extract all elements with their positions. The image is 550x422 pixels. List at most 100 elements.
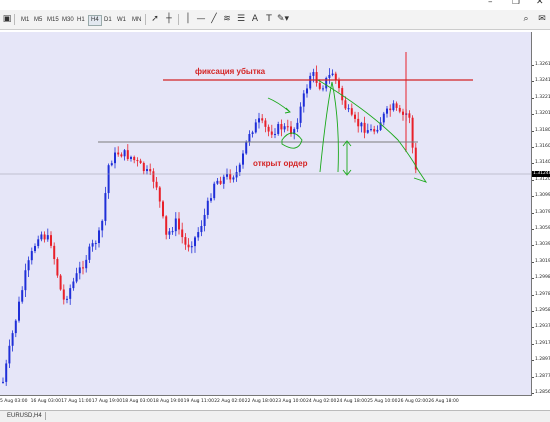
time-tick-label: 26 Aug 02:00 bbox=[397, 399, 429, 404]
swing-drawing[interactable] bbox=[319, 81, 339, 173]
candle-body bbox=[136, 160, 139, 162]
price-tick-label: 1.32010 bbox=[532, 111, 550, 116]
trendline-icon[interactable]: ╱ bbox=[208, 13, 220, 25]
time-tick-label: 23 Aug 10:00 bbox=[275, 399, 306, 404]
candle-body bbox=[18, 301, 20, 321]
candle-body bbox=[270, 131, 273, 135]
tab-eurusd-h4[interactable]: EURUSD,H4 bbox=[4, 412, 46, 420]
candle-body bbox=[75, 273, 78, 282]
price-tick-label: 1.32615 bbox=[532, 62, 550, 67]
candle-body bbox=[370, 129, 372, 131]
candle-body bbox=[331, 73, 334, 75]
candle-body bbox=[248, 134, 251, 142]
time-tick-label: 17 Aug 19:00 bbox=[91, 399, 123, 404]
search-icon[interactable]: ⌕ bbox=[520, 13, 532, 25]
time-axis[interactable]: 5 Aug 03:00 16 Aug 03:00 17 Aug 11:00 17 Au… bbox=[0, 396, 532, 408]
candle-body bbox=[229, 173, 232, 180]
candle-body bbox=[181, 229, 184, 238]
candle-body bbox=[40, 234, 43, 240]
candle-body bbox=[344, 100, 347, 109]
candle-body bbox=[389, 108, 392, 111]
current-price-label: 1.31248 bbox=[532, 171, 550, 177]
candle-body bbox=[203, 214, 206, 227]
candle-body bbox=[274, 133, 276, 135]
crosshair-icon[interactable]: ┼ bbox=[163, 13, 175, 25]
price-tick-label: 1.30590 bbox=[532, 226, 550, 231]
candle-body bbox=[5, 363, 8, 382]
candle-body bbox=[232, 177, 235, 180]
candle-body bbox=[376, 129, 379, 132]
candle-body bbox=[107, 165, 110, 194]
candle-body bbox=[357, 118, 360, 127]
candle-body bbox=[139, 160, 142, 163]
chart-window[interactable]: 1.32615 1.32415 1.32210 1.32010 1.31805 1.316… bbox=[0, 32, 550, 410]
chart-plot-area[interactable] bbox=[0, 32, 532, 396]
price-tick-label: 1.31805 bbox=[532, 128, 550, 133]
candle-body bbox=[123, 150, 126, 157]
candle-body bbox=[21, 290, 24, 302]
price-tick-label: 1.29175 bbox=[532, 341, 550, 346]
candle-body bbox=[283, 126, 286, 130]
candle-body bbox=[306, 88, 308, 94]
candle-body bbox=[382, 113, 385, 123]
vertical-line-icon[interactable]: │ bbox=[182, 13, 194, 25]
candle-body bbox=[386, 108, 388, 114]
text-label-icon[interactable]: T bbox=[263, 13, 275, 25]
price-tick-label: 1.28970 bbox=[532, 357, 550, 362]
shapes-icon[interactable]: ✎▾ bbox=[277, 13, 289, 25]
timeframe-mn[interactable]: MN bbox=[129, 15, 144, 26]
chart-tabs: EURUSD,H4 bbox=[0, 410, 550, 422]
candle-body bbox=[373, 129, 376, 132]
chart-menu-icon[interactable]: ▣ bbox=[1, 13, 13, 25]
price-tick-label: 1.32210 bbox=[532, 95, 550, 100]
horizontal-line-icon[interactable]: — bbox=[195, 13, 207, 25]
timeframe-h4[interactable]: H4 bbox=[88, 15, 102, 26]
candle-body bbox=[194, 237, 196, 247]
candle-body bbox=[11, 333, 14, 346]
candle-body bbox=[258, 118, 260, 123]
price-tick-label: 1.31200 bbox=[532, 177, 550, 182]
time-tick-label: 25 Aug 10:00 bbox=[367, 399, 398, 404]
candle-body bbox=[158, 187, 161, 202]
candle-body bbox=[69, 288, 72, 299]
candle-body bbox=[395, 103, 398, 108]
timeframe-h1[interactable]: H1 bbox=[74, 15, 88, 26]
toolbar-separator bbox=[145, 14, 146, 25]
price-tick-label: 1.28770 bbox=[532, 374, 550, 379]
candle-body bbox=[114, 152, 116, 164]
channel-icon[interactable]: ☰ bbox=[235, 13, 247, 25]
candle-body bbox=[267, 126, 270, 132]
candle-body bbox=[190, 246, 193, 248]
fibonacci-icon[interactable]: ≋ bbox=[221, 13, 233, 25]
candle-body bbox=[117, 152, 120, 155]
close-icon[interactable]: ✕ bbox=[536, 0, 544, 7]
window-titlebar: – ❐ ✕ bbox=[0, 0, 550, 8]
time-tick-label: 18 Aug 03:00 bbox=[122, 399, 153, 404]
candle-body bbox=[366, 130, 369, 133]
price-tick-label: 1.31600 bbox=[532, 144, 550, 149]
timeframe-w1[interactable]: W1 bbox=[114, 15, 129, 26]
restore-icon[interactable]: ❐ bbox=[512, 0, 520, 7]
range-arrow-drawing[interactable] bbox=[342, 140, 352, 176]
time-tick-label: 24 Aug 02:00 bbox=[306, 399, 337, 404]
price-tick-label: 1.29580 bbox=[532, 308, 550, 313]
candle-body bbox=[408, 113, 411, 118]
arrow-drawing[interactable] bbox=[267, 97, 291, 114]
chart-toolbar: ▣ M1 M5 M15 M30 H1 H4 D1 W1 MN ➚ ┼ │ — ╱ ≋ ☰ A T… bbox=[0, 10, 550, 30]
candle-body bbox=[251, 132, 254, 135]
time-tick-label: 22 Aug 02:00 bbox=[214, 399, 245, 404]
candle-body bbox=[14, 320, 17, 334]
entry-circle-drawing[interactable] bbox=[281, 132, 303, 149]
candle-body bbox=[78, 267, 81, 274]
cursor-icon[interactable]: ➚ bbox=[149, 13, 161, 25]
price-axis[interactable]: 1.32615 1.32415 1.32210 1.32010 1.31805 1.316… bbox=[532, 32, 550, 396]
candle-body bbox=[85, 259, 88, 269]
candle-body bbox=[30, 251, 33, 261]
timeframe-d1[interactable]: D1 bbox=[101, 15, 115, 26]
candle-body bbox=[302, 93, 305, 107]
text-icon[interactable]: A bbox=[249, 13, 261, 25]
minimize-icon[interactable]: – bbox=[488, 0, 493, 7]
chat-icon[interactable]: ✉ bbox=[536, 13, 548, 25]
price-tick-label: 1.29985 bbox=[532, 275, 550, 280]
candle-body bbox=[184, 237, 187, 245]
